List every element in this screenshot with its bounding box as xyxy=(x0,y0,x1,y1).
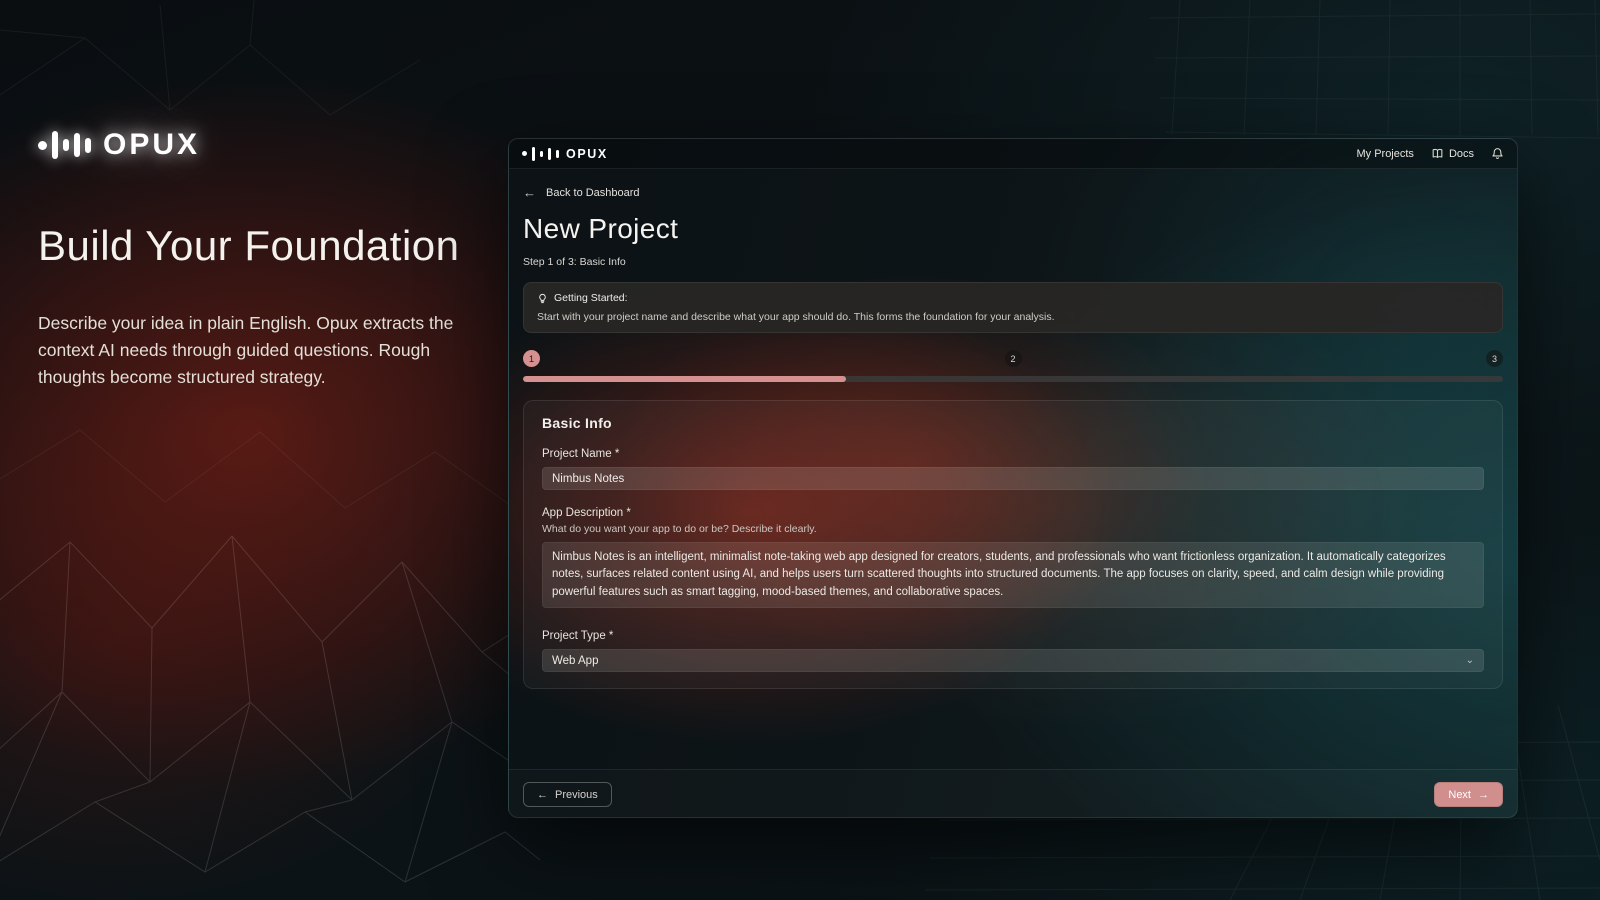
arrow-right-icon: → xyxy=(1478,789,1489,801)
nav-link-my-projects[interactable]: My Projects xyxy=(1356,148,1413,160)
project-type-value: Web App xyxy=(552,655,598,667)
project-name-label: Project Name * xyxy=(542,448,1484,460)
app-navbar: OPUX My Projects Docs xyxy=(509,139,1517,169)
project-type-select[interactable]: Web App ⌄ xyxy=(542,649,1484,672)
nav-link-docs[interactable]: Docs xyxy=(1431,147,1474,160)
callout-body: Start with your project name and describ… xyxy=(537,311,1489,323)
wizard-footer: ← Previous Next → xyxy=(509,769,1517,818)
next-button[interactable]: Next → xyxy=(1434,782,1503,807)
navbar-brand[interactable]: OPUX xyxy=(522,147,608,161)
window-body: ← Back to Dashboard New Project Step 1 o… xyxy=(509,169,1517,818)
navbar-brand-text: OPUX xyxy=(566,147,608,161)
arrow-left-icon: ← xyxy=(537,789,548,801)
chevron-down-icon: ⌄ xyxy=(1466,655,1474,666)
step-circle-2[interactable]: 2 xyxy=(1005,350,1022,367)
project-name-input[interactable] xyxy=(542,467,1484,490)
next-button-label: Next xyxy=(1448,789,1471,801)
progress-track xyxy=(523,376,1503,382)
stepper: 1 2 3 xyxy=(523,350,1503,367)
brand-logo-text: OPUX xyxy=(103,128,200,162)
step-circle-3[interactable]: 3 xyxy=(1486,350,1503,367)
docs-label: Docs xyxy=(1449,148,1474,160)
callout-heading: Getting Started: xyxy=(554,292,628,304)
step-circle-1[interactable]: 1 xyxy=(523,350,540,367)
my-projects-label: My Projects xyxy=(1356,148,1413,160)
previous-button[interactable]: ← Previous xyxy=(523,782,612,807)
bell-icon xyxy=(1491,147,1504,160)
app-window: OPUX My Projects Docs ← xyxy=(508,138,1518,818)
page-title: New Project xyxy=(523,213,1503,245)
previous-button-label: Previous xyxy=(555,789,598,801)
hero-description: Describe your idea in plain English. Opu… xyxy=(38,310,456,391)
lightbulb-icon xyxy=(537,293,548,304)
app-description-label: App Description * xyxy=(542,507,1484,519)
notifications-button[interactable] xyxy=(1491,147,1504,160)
waveform-logo-icon xyxy=(38,131,91,159)
card-title: Basic Info xyxy=(542,415,1484,431)
basic-info-card: Basic Info Project Name * App Descriptio… xyxy=(523,400,1503,689)
back-to-dashboard-link[interactable]: ← Back to Dashboard xyxy=(523,185,640,200)
book-icon xyxy=(1431,147,1444,160)
back-link-label: Back to Dashboard xyxy=(546,187,640,199)
progress-fill xyxy=(523,376,846,382)
app-description-helper: What do you want your app to do or be? D… xyxy=(542,523,1484,535)
arrow-left-icon: ← xyxy=(523,185,536,200)
app-description-textarea[interactable]: Nimbus Notes is an intelligent, minimali… xyxy=(542,542,1484,608)
step-indicator: Step 1 of 3: Basic Info xyxy=(523,256,1503,268)
navbar-links: My Projects Docs xyxy=(1356,147,1504,160)
waveform-logo-icon xyxy=(522,147,559,161)
brand-logo: OPUX xyxy=(38,128,200,162)
getting-started-callout: Getting Started: Start with your project… xyxy=(523,282,1503,333)
hero-title: Build Your Foundation xyxy=(38,222,478,270)
callout-heading-row: Getting Started: xyxy=(537,292,1489,304)
project-type-label: Project Type * xyxy=(542,630,1484,642)
